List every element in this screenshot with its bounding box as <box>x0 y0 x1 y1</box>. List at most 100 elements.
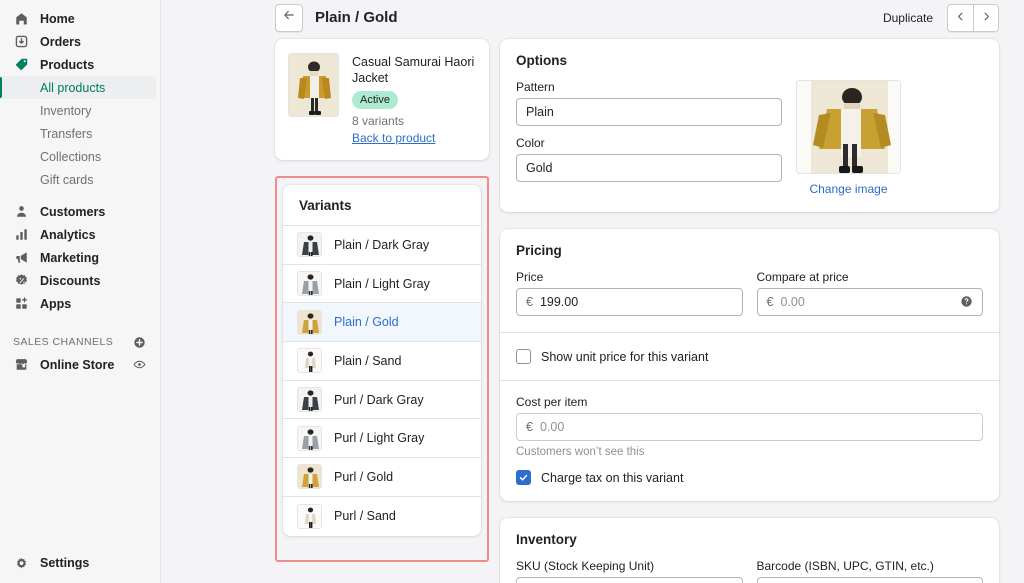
inventory-section: Inventory SKU (Stock Keeping Unit) Barco… <box>500 518 999 583</box>
page-title: Plain / Gold <box>315 9 398 26</box>
page-header: Plain / Gold Duplicate <box>161 3 1024 32</box>
sidebar-item-discounts[interactable]: Discounts <box>0 269 160 292</box>
analytics-icon <box>13 226 30 243</box>
sidebar-item-online-store[interactable]: Online Store <box>0 353 160 376</box>
variant-label: Plain / Dark Gray <box>334 238 429 252</box>
compare-price-block: Compare at price € 0.00 <box>757 270 984 316</box>
color-field-block: Color Gold <box>516 136 782 182</box>
currency-symbol: € <box>767 295 774 309</box>
pricing-card: Pricing Price € 199.00 Compare at price <box>500 229 999 501</box>
sidebar-item-transfers[interactable]: Transfers <box>0 122 160 145</box>
home-icon <box>13 10 30 27</box>
charge-tax-label: Charge tax on this variant <box>541 471 683 485</box>
back-to-product-link[interactable]: Back to product <box>352 131 435 145</box>
sidebar-item-label: Marketing <box>40 251 99 265</box>
sales-channels-label: SALES CHANNELS <box>13 336 113 348</box>
charge-tax-row: Charge tax on this variant <box>516 458 983 485</box>
discount-icon <box>13 272 30 289</box>
next-variant-button[interactable] <box>973 5 998 31</box>
back-button[interactable] <box>275 4 303 32</box>
sidebar-item-label: Orders <box>40 35 81 49</box>
show-unit-price-checkbox[interactable] <box>516 349 531 364</box>
barcode-input[interactable] <box>757 577 984 583</box>
options-card: Options Pattern Plain Color <box>500 39 999 212</box>
variant-row[interactable]: Plain / Sand <box>283 342 481 381</box>
product-summary-card: Casual Samurai Haori Jacket Active 8 var… <box>275 39 489 160</box>
chevron-right-icon <box>981 9 992 27</box>
change-image-link[interactable]: Change image <box>796 182 901 196</box>
sidebar-item-analytics[interactable]: Analytics <box>0 223 160 246</box>
sidebar-item-orders[interactable]: Orders <box>0 30 160 53</box>
sidebar-item-marketing[interactable]: Marketing <box>0 246 160 269</box>
sidebar-item-home[interactable]: Home <box>0 7 160 30</box>
variant-row[interactable]: Purl / Sand <box>283 497 481 536</box>
compare-at-price-placeholder: 0.00 <box>780 295 804 309</box>
color-value: Gold <box>526 161 552 175</box>
variant-thumbnail <box>297 348 322 373</box>
main-content: Plain / Gold Duplicate <box>161 0 1024 583</box>
show-unit-price-label: Show unit price for this variant <box>541 350 708 364</box>
variant-row[interactable]: Plain / Dark Gray <box>283 226 481 265</box>
sku-block: SKU (Stock Keeping Unit) <box>516 559 743 583</box>
sidebar: Home Orders Products All products Invent… <box>0 0 161 583</box>
pattern-input[interactable]: Plain <box>516 98 782 126</box>
variant-label: Purl / Light Gray <box>334 431 424 445</box>
sidebar-item-products[interactable]: Products <box>0 53 160 76</box>
tag-icon <box>13 56 30 73</box>
apps-icon <box>13 295 30 312</box>
pricing-title: Pricing <box>516 243 983 258</box>
sidebar-item-customers[interactable]: Customers <box>0 200 160 223</box>
variants-card: Variants Plain / Dark Gray Plain / Li <box>283 185 481 536</box>
cost-hint: Customers won’t see this <box>516 446 983 458</box>
cost-per-item-input[interactable]: € 0.00 <box>516 413 983 441</box>
variant-row[interactable]: Purl / Dark Gray <box>283 381 481 420</box>
charge-tax-checkbox[interactable] <box>516 470 531 485</box>
variant-row-selected[interactable]: Plain / Gold <box>283 303 481 342</box>
left-column: Casual Samurai Haori Jacket Active 8 var… <box>275 39 489 562</box>
pattern-value: Plain <box>526 105 554 119</box>
sidebar-item-settings[interactable]: Settings <box>0 551 102 575</box>
help-icon[interactable] <box>960 295 974 309</box>
product-thumbnail <box>288 53 339 117</box>
price-input[interactable]: € 199.00 <box>516 288 743 316</box>
plus-circle-icon[interactable] <box>132 335 146 349</box>
sidebar-subitem-label: All products <box>40 81 105 95</box>
color-label: Color <box>516 136 782 150</box>
price-value: 199.00 <box>540 295 578 309</box>
sidebar-item-apps[interactable]: Apps <box>0 292 160 315</box>
sidebar-item-label: Products <box>40 58 94 72</box>
unit-price-row: Show unit price for this variant <box>500 333 999 380</box>
variant-row[interactable]: Purl / Gold <box>283 458 481 497</box>
sidebar-item-gift-cards[interactable]: Gift cards <box>0 168 160 191</box>
barcode-label: Barcode (ISBN, UPC, GTIN, etc.) <box>757 559 984 573</box>
compare-at-price-input[interactable]: € 0.00 <box>757 288 984 316</box>
variant-thumbnail <box>297 504 322 529</box>
product-name: Casual Samurai Haori Jacket <box>352 54 476 86</box>
pattern-field-block: Pattern Plain <box>516 80 782 126</box>
arrow-left-icon <box>282 8 296 27</box>
eye-icon[interactable] <box>132 358 146 372</box>
sku-label: SKU (Stock Keeping Unit) <box>516 559 743 573</box>
sidebar-item-collections[interactable]: Collections <box>0 145 160 168</box>
variant-thumbnail <box>297 464 322 489</box>
sku-input[interactable] <box>516 577 743 583</box>
sidebar-item-inventory[interactable]: Inventory <box>0 99 160 122</box>
sidebar-item-label: Discounts <box>40 274 100 288</box>
duplicate-button[interactable]: Duplicate <box>883 11 933 25</box>
variant-row[interactable]: Plain / Light Gray <box>283 265 481 304</box>
variant-row[interactable]: Purl / Light Gray <box>283 419 481 458</box>
status-badge: Active <box>352 91 398 109</box>
sidebar-item-all-products[interactable]: All products <box>0 76 156 99</box>
variant-count: 8 variants <box>352 114 476 128</box>
color-input[interactable]: Gold <box>516 154 782 182</box>
options-row: Pattern Plain Color Gold <box>516 80 983 196</box>
previous-variant-button[interactable] <box>948 5 973 31</box>
inventory-card: Inventory SKU (Stock Keeping Unit) Barco… <box>500 518 999 583</box>
pattern-label: Pattern <box>516 80 782 94</box>
customer-icon <box>13 203 30 220</box>
sidebar-subitem-label: Transfers <box>40 127 92 141</box>
options-fields: Pattern Plain Color Gold <box>516 80 782 196</box>
product-info: Casual Samurai Haori Jacket Active 8 var… <box>352 53 476 147</box>
orders-icon <box>13 33 30 50</box>
cost-per-item-label: Cost per item <box>516 395 983 409</box>
